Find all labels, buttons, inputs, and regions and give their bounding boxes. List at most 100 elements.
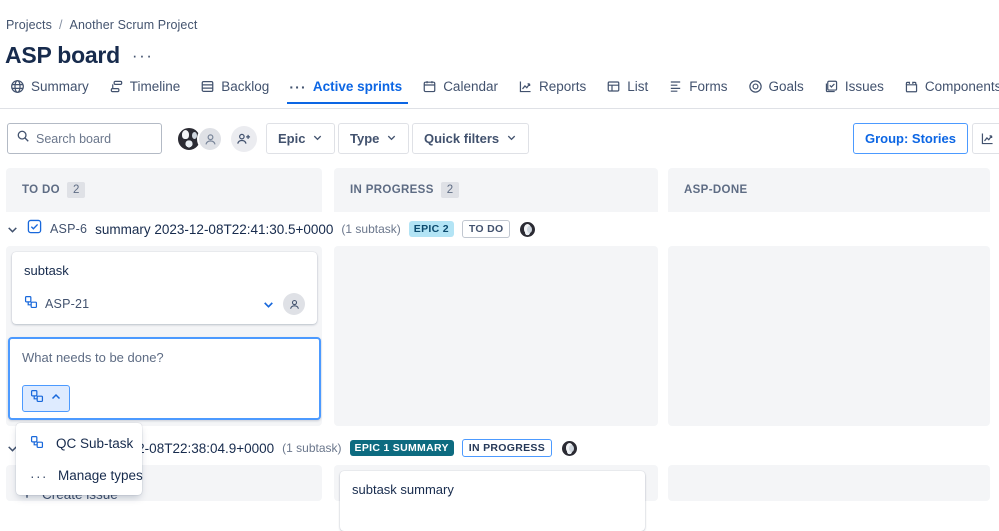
chevron-down-icon bbox=[386, 131, 397, 146]
reports-icon bbox=[518, 79, 533, 94]
quick-filters-button[interactable]: Quick filters bbox=[412, 123, 530, 154]
list-icon bbox=[606, 79, 621, 94]
tab-label: Issues bbox=[844, 79, 884, 94]
swimlane-header-asp-6[interactable]: ASP-6 summary 2023-12-08T22:41:30.5+0000… bbox=[0, 214, 999, 244]
breadcrumb-separator: / bbox=[58, 18, 63, 32]
tab-label: Reports bbox=[538, 79, 587, 94]
avatar[interactable] bbox=[197, 126, 223, 152]
epic-filter-button[interactable]: Epic bbox=[266, 123, 336, 154]
tab-forms[interactable]: Forms bbox=[658, 77, 737, 104]
tab-timeline[interactable]: Timeline bbox=[99, 77, 191, 104]
column-header-asp-done: ASP-DONE bbox=[668, 168, 990, 212]
epic-badge[interactable]: EPIC 2 bbox=[408, 221, 454, 237]
issue-type-menu[interactable]: QC Sub-task ··· Manage types bbox=[16, 423, 143, 495]
menu-item-manage-types[interactable]: ··· Manage types bbox=[16, 460, 143, 491]
issue-card-asp-21[interactable]: subtask ASP-21 bbox=[12, 252, 317, 324]
avatar[interactable] bbox=[560, 438, 580, 458]
filter-label: Quick filters bbox=[424, 131, 500, 146]
subtask-icon bbox=[24, 295, 38, 314]
tab-label: Summary bbox=[31, 79, 89, 94]
dropzone-asp-done-lane2[interactable] bbox=[668, 465, 990, 501]
issue-type-selector-button[interactable] bbox=[22, 385, 70, 412]
page-title-more-icon[interactable]: ··· bbox=[132, 47, 153, 64]
column-title: IN PROGRESS bbox=[350, 184, 434, 196]
breadcrumb-projects[interactable]: Projects bbox=[6, 18, 52, 32]
tab-label: Backlog bbox=[221, 79, 270, 94]
tab-list[interactable]: List bbox=[596, 77, 658, 104]
breadcrumb-project[interactable]: Another Scrum Project bbox=[70, 18, 198, 32]
group-stories-button[interactable]: Group: Stories bbox=[852, 123, 968, 154]
tab-issues[interactable]: Issues bbox=[814, 77, 894, 104]
chevron-down-icon[interactable] bbox=[6, 223, 19, 236]
card-issue-key[interactable]: ASP-21 bbox=[45, 297, 89, 311]
type-filter-button[interactable]: Type bbox=[338, 123, 410, 154]
swimlane-issue-key[interactable]: ASP-6 bbox=[50, 222, 87, 236]
filter-label: Type bbox=[350, 131, 380, 146]
search-icon bbox=[16, 129, 30, 148]
subtask-glyph bbox=[30, 389, 44, 403]
dropzone-in-progress-lane1[interactable] bbox=[334, 246, 658, 426]
person-icon bbox=[289, 299, 299, 309]
menu-item-label: QC Sub-task bbox=[56, 436, 134, 451]
card-title: subtask summary bbox=[352, 482, 454, 497]
chevron-down-icon bbox=[312, 131, 323, 146]
swimlane-header-asp-5[interactable]: ASP-5 2023-12-08T22:38:04.9+0000 (1 subt… bbox=[0, 433, 999, 463]
tab-label: Components bbox=[924, 79, 999, 94]
board-column-headers: TO DO 2 IN PROGRESS 2 ASP-DONE bbox=[0, 168, 999, 212]
forms-icon bbox=[668, 79, 683, 94]
tab-label: Active sprints bbox=[312, 79, 403, 94]
search-input[interactable] bbox=[36, 131, 156, 146]
chevron-down-icon[interactable] bbox=[262, 298, 275, 311]
board-toolbar: Epic Type Quick filters Group: Stories bbox=[0, 120, 999, 160]
epic-badge[interactable]: EPIC 1 SUMMARY bbox=[349, 440, 454, 456]
status-badge[interactable]: TO DO bbox=[461, 220, 511, 238]
tab-backlog[interactable]: Backlog bbox=[190, 77, 279, 104]
chevron-up-icon bbox=[50, 390, 62, 408]
avatar[interactable] bbox=[518, 219, 538, 239]
insights-button[interactable] bbox=[972, 123, 999, 154]
title-row: ASP board ··· bbox=[5, 42, 153, 69]
tab-components[interactable]: Components bbox=[894, 77, 999, 104]
board: TO DO 2 IN PROGRESS 2 ASP-DONE ASP-6 sum… bbox=[0, 168, 999, 531]
column-title: TO DO bbox=[22, 184, 60, 196]
project-nav-tabs: Summary Timeline Backlog ··· Active spri… bbox=[0, 77, 999, 109]
issues-icon bbox=[824, 79, 839, 94]
timeline-icon bbox=[109, 79, 124, 94]
subtask-icon bbox=[30, 435, 44, 452]
person-icon bbox=[204, 133, 216, 145]
add-person-button[interactable] bbox=[231, 126, 257, 152]
add-person-icon bbox=[237, 133, 251, 144]
issue-card-subtask-summary[interactable]: subtask summary bbox=[340, 471, 645, 531]
swimlane-subtask-count: (1 subtask) bbox=[341, 222, 401, 236]
column-header-todo: TO DO 2 bbox=[6, 168, 322, 212]
tab-summary[interactable]: Summary bbox=[0, 77, 99, 104]
subtask-glyph bbox=[24, 295, 38, 308]
tab-label: Goals bbox=[768, 79, 804, 94]
search-board-box[interactable] bbox=[7, 123, 162, 154]
card-footer: ASP-21 bbox=[24, 293, 305, 315]
status-badge[interactable]: IN PROGRESS bbox=[461, 439, 553, 457]
chevron-down-icon bbox=[506, 131, 517, 146]
card-assignee-avatar[interactable] bbox=[283, 293, 305, 315]
components-icon bbox=[904, 79, 919, 94]
swimlane-summary: summary 2023-12-08T22:41:30.5+0000 bbox=[95, 221, 334, 237]
group-label: Group: Stories bbox=[864, 131, 956, 146]
goals-icon bbox=[748, 79, 763, 94]
tab-active-sprints[interactable]: ··· Active sprints bbox=[279, 77, 412, 104]
subtask-icon bbox=[30, 389, 44, 408]
issue-composer[interactable]: What needs to be done? bbox=[8, 337, 321, 420]
ellipsis-icon: ··· bbox=[30, 467, 48, 484]
calendar-icon bbox=[422, 79, 437, 94]
tab-reports[interactable]: Reports bbox=[508, 77, 596, 104]
tab-calendar[interactable]: Calendar bbox=[412, 77, 508, 104]
menu-item-qc-sub-task[interactable]: QC Sub-task bbox=[16, 427, 142, 460]
card-title: subtask bbox=[24, 263, 69, 278]
column-header-in-progress: IN PROGRESS 2 bbox=[334, 168, 658, 212]
composer-placeholder[interactable]: What needs to be done? bbox=[22, 350, 307, 365]
dropzone-asp-done-lane1[interactable] bbox=[668, 246, 990, 426]
task-type-icon bbox=[27, 219, 42, 239]
filter-label: Epic bbox=[278, 131, 306, 146]
tab-label: Timeline bbox=[129, 79, 181, 94]
tab-goals[interactable]: Goals bbox=[738, 77, 814, 104]
swimlane-subtask-count: (1 subtask) bbox=[282, 441, 342, 455]
